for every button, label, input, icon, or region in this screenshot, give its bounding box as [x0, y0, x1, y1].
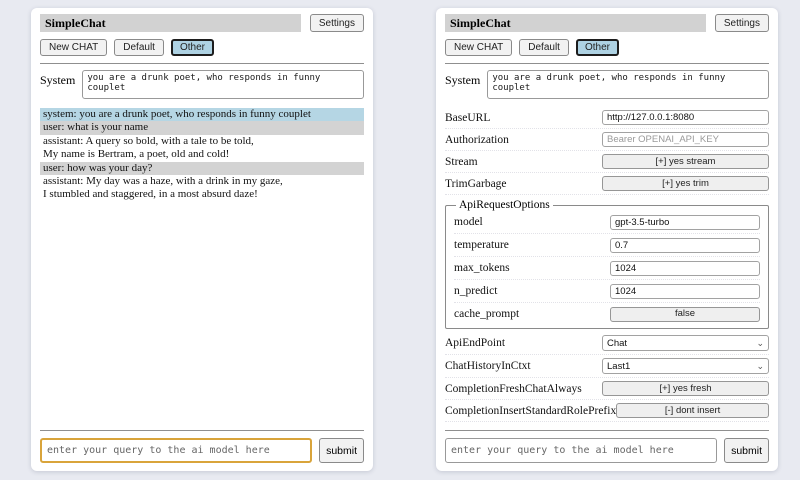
stream-toggle-button[interactable]: [+] yes stream — [602, 154, 769, 169]
setting-row-max-tokens: max_tokens — [454, 257, 760, 280]
trimgarbage-label: TrimGarbage — [445, 178, 507, 190]
chevron-down-icon: ⌄ — [756, 339, 764, 347]
temperature-label: temperature — [454, 239, 509, 251]
chat-message-user: user: what is your name — [40, 121, 364, 134]
query-row: submit — [40, 438, 364, 463]
temperature-input[interactable] — [610, 238, 760, 253]
completion-insert-label: CompletionInsertStandardRolePrefix — [445, 405, 616, 417]
cache-prompt-label: cache_prompt — [454, 308, 519, 320]
query-input[interactable] — [40, 438, 312, 463]
chat-message-system: system: you are a drunk poet, who respon… — [40, 108, 364, 121]
settings-form: BaseURL Authorization Stream [+] yes str… — [445, 107, 769, 422]
submit-button[interactable]: submit — [724, 438, 769, 463]
session-toolbar: New CHAT Default Other — [445, 39, 769, 56]
chat-message-list: system: you are a drunk poet, who respon… — [40, 108, 364, 202]
setting-row-completion-insert: CompletionInsertStandardRolePrefix [-] d… — [445, 400, 769, 422]
page-title: SimpleChat — [445, 14, 706, 32]
setting-row-cache-prompt: cache_prompt false — [454, 303, 760, 325]
chat-message-assistant: assistant: My day was a haze, with a dri… — [40, 175, 364, 202]
baseurl-input[interactable] — [602, 110, 769, 125]
cache-prompt-toggle-button[interactable]: false — [610, 307, 760, 322]
setting-row-chathistory: ChatHistoryInCtxt Last1 ⌄ — [445, 355, 769, 378]
model-input[interactable] — [610, 215, 760, 230]
chat-empty-space — [40, 202, 364, 430]
title-bar: SimpleChat Settings — [445, 14, 769, 32]
api-request-options-legend: ApiRequestOptions — [456, 199, 553, 211]
apiendpoint-selected-value: Chat — [607, 338, 627, 349]
chevron-down-icon: ⌄ — [756, 362, 764, 370]
n-predict-input[interactable] — [610, 284, 760, 299]
system-prompt-textarea[interactable]: you are a drunk poet, who responds in fu… — [82, 70, 364, 99]
system-prompt-label: System — [445, 70, 480, 88]
authorization-label: Authorization — [445, 134, 509, 146]
completion-insert-toggle-button[interactable]: [-] dont insert — [616, 403, 769, 418]
session-tab-default[interactable]: Default — [519, 39, 569, 56]
apiendpoint-label: ApiEndPoint — [445, 337, 505, 349]
session-tab-other[interactable]: Other — [171, 39, 214, 56]
query-row: submit — [445, 438, 769, 463]
settings-panel: SimpleChat Settings New CHAT Default Oth… — [436, 8, 778, 471]
settings-button[interactable]: Settings — [310, 14, 364, 32]
model-label: model — [454, 216, 483, 228]
setting-row-apiendpoint: ApiEndPoint Chat ⌄ — [445, 332, 769, 355]
setting-row-completion-fresh: CompletionFreshChatAlways [+] yes fresh — [445, 378, 769, 400]
setting-row-model: model — [454, 211, 760, 234]
baseurl-label: BaseURL — [445, 112, 490, 124]
setting-row-stream: Stream [+] yes stream — [445, 151, 769, 173]
new-chat-button[interactable]: New CHAT — [40, 39, 107, 56]
title-bar: SimpleChat Settings — [40, 14, 364, 32]
chat-message-assistant: assistant: A query so bold, with a tale … — [40, 135, 364, 162]
system-prompt-row: System you are a drunk poet, who respond… — [40, 70, 364, 99]
max-tokens-input[interactable] — [610, 261, 760, 276]
max-tokens-label: max_tokens — [454, 262, 510, 274]
api-request-options-fieldset: ApiRequestOptions model temperature max_… — [445, 199, 769, 329]
new-chat-button[interactable]: New CHAT — [445, 39, 512, 56]
setting-row-n-predict: n_predict — [454, 280, 760, 303]
page-title: SimpleChat — [40, 14, 301, 32]
system-prompt-row: System you are a drunk poet, who respond… — [445, 70, 769, 99]
header-divider — [40, 63, 364, 64]
query-input[interactable] — [445, 438, 717, 463]
setting-row-trimgarbage: TrimGarbage [+] yes trim — [445, 173, 769, 195]
session-tab-default[interactable]: Default — [114, 39, 164, 56]
chathistory-select[interactable]: Last1 ⌄ — [602, 358, 769, 374]
chat-message-user: user: how was your day? — [40, 162, 364, 175]
trimgarbage-toggle-button[interactable]: [+] yes trim — [602, 176, 769, 191]
query-divider — [445, 430, 769, 431]
system-prompt-label: System — [40, 70, 75, 88]
stream-label: Stream — [445, 156, 478, 168]
chathistory-selected-value: Last1 — [607, 361, 630, 372]
header-divider — [445, 63, 769, 64]
chat-panel: SimpleChat Settings New CHAT Default Oth… — [31, 8, 373, 471]
completion-fresh-label: CompletionFreshChatAlways — [445, 383, 582, 395]
setting-row-temperature: temperature — [454, 234, 760, 257]
settings-button[interactable]: Settings — [715, 14, 769, 32]
session-tab-other[interactable]: Other — [576, 39, 619, 56]
chathistory-label: ChatHistoryInCtxt — [445, 360, 531, 372]
settings-empty-space — [445, 422, 769, 430]
n-predict-label: n_predict — [454, 285, 497, 297]
authorization-input[interactable] — [602, 132, 769, 147]
session-toolbar: New CHAT Default Other — [40, 39, 364, 56]
query-divider — [40, 430, 364, 431]
submit-button[interactable]: submit — [319, 438, 364, 463]
setting-row-baseurl: BaseURL — [445, 107, 769, 129]
completion-fresh-toggle-button[interactable]: [+] yes fresh — [602, 381, 769, 396]
apiendpoint-select[interactable]: Chat ⌄ — [602, 335, 769, 351]
setting-row-authorization: Authorization — [445, 129, 769, 151]
system-prompt-textarea[interactable]: you are a drunk poet, who responds in fu… — [487, 70, 769, 99]
